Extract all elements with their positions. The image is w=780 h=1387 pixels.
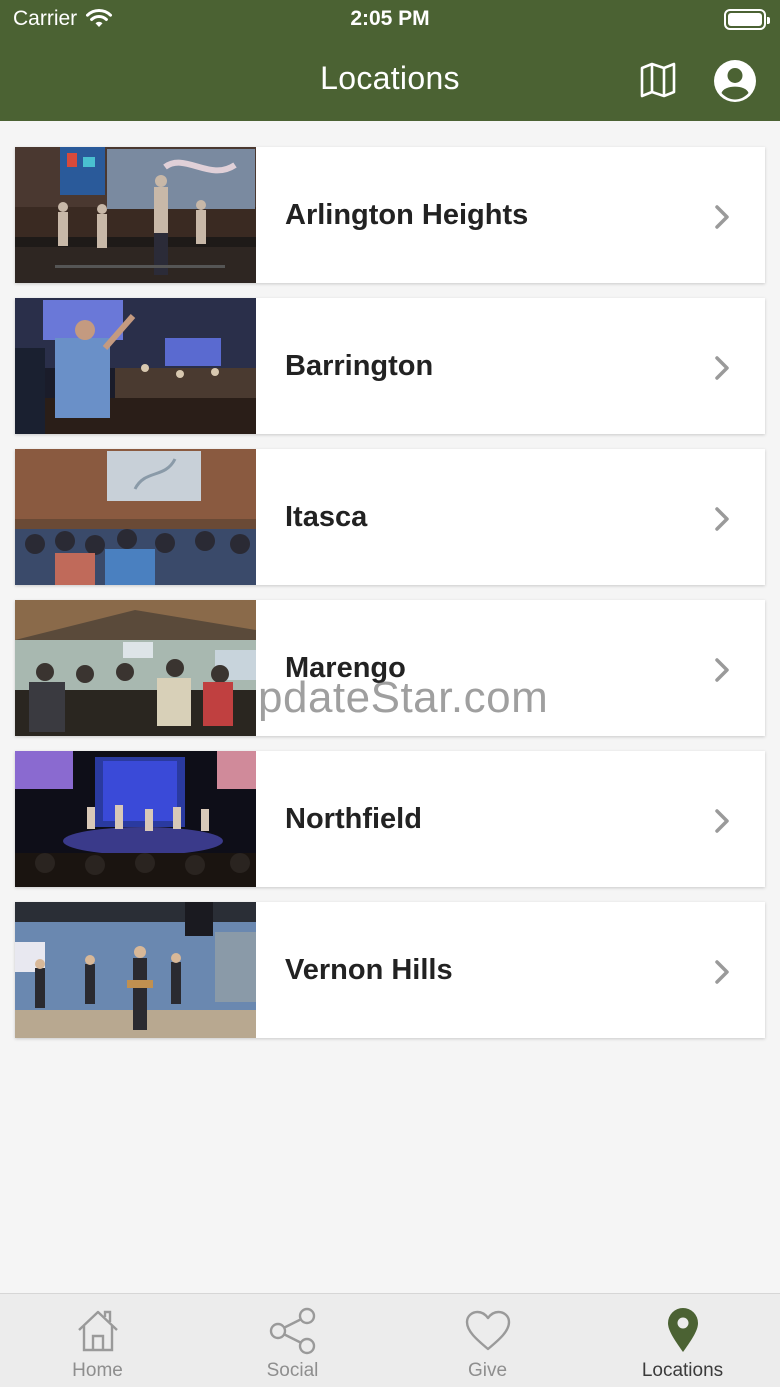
heart-icon — [464, 1306, 512, 1356]
status-bar: Carrier 2:05 PM — [0, 0, 780, 40]
locations-list: Arlington Heights Barrington Itasca Mare… — [15, 147, 765, 1053]
location-card[interactable]: Itasca — [15, 449, 765, 585]
location-name: Barrington — [285, 349, 434, 382]
location-name: Arlington Heights — [285, 198, 529, 231]
map-icon — [639, 61, 677, 104]
location-photo — [15, 298, 256, 434]
location-photo — [15, 600, 256, 736]
chevron-right-icon — [715, 356, 729, 385]
battery-full-icon — [724, 9, 770, 30]
location-card[interactable]: Vernon Hills — [15, 902, 765, 1038]
tab-give[interactable]: Give — [390, 1294, 585, 1387]
chevron-right-icon — [715, 658, 729, 687]
map-button[interactable] — [636, 60, 680, 104]
tab-label: Locations — [641, 1360, 724, 1381]
profile-button[interactable] — [712, 59, 758, 108]
user-circle-icon — [713, 59, 757, 108]
location-card[interactable]: Marengo — [15, 600, 765, 736]
location-photo — [15, 449, 256, 585]
location-card[interactable]: Arlington Heights — [15, 147, 765, 283]
home-icon — [75, 1306, 121, 1356]
tab-label: Give — [467, 1360, 508, 1381]
tab-label: Home — [72, 1360, 123, 1381]
location-photo — [15, 147, 256, 283]
location-name: Itasca — [285, 500, 368, 533]
top-bar: Carrier 2:05 PM Locations — [0, 0, 780, 121]
chevron-right-icon — [715, 809, 729, 838]
share-icon — [269, 1306, 317, 1356]
location-name: Marengo — [285, 651, 406, 684]
location-photo — [15, 902, 256, 1038]
location-card[interactable]: Barrington — [15, 298, 765, 434]
tab-label: Social — [266, 1360, 319, 1381]
status-time: 2:05 PM — [350, 7, 430, 30]
tab-bar: Home Social Give Locations — [0, 1293, 780, 1387]
tab-social[interactable]: Social — [195, 1294, 390, 1387]
location-name: Northfield — [285, 802, 422, 835]
location-card[interactable]: Northfield — [15, 751, 765, 887]
location-name: Vernon Hills — [285, 953, 453, 986]
chevron-right-icon — [715, 205, 729, 234]
chevron-right-icon — [715, 960, 729, 989]
tab-home[interactable]: Home — [0, 1294, 195, 1387]
location-pin-icon — [666, 1306, 700, 1356]
location-photo — [15, 751, 256, 887]
chevron-right-icon — [715, 507, 729, 536]
tab-locations[interactable]: Locations — [585, 1294, 780, 1387]
